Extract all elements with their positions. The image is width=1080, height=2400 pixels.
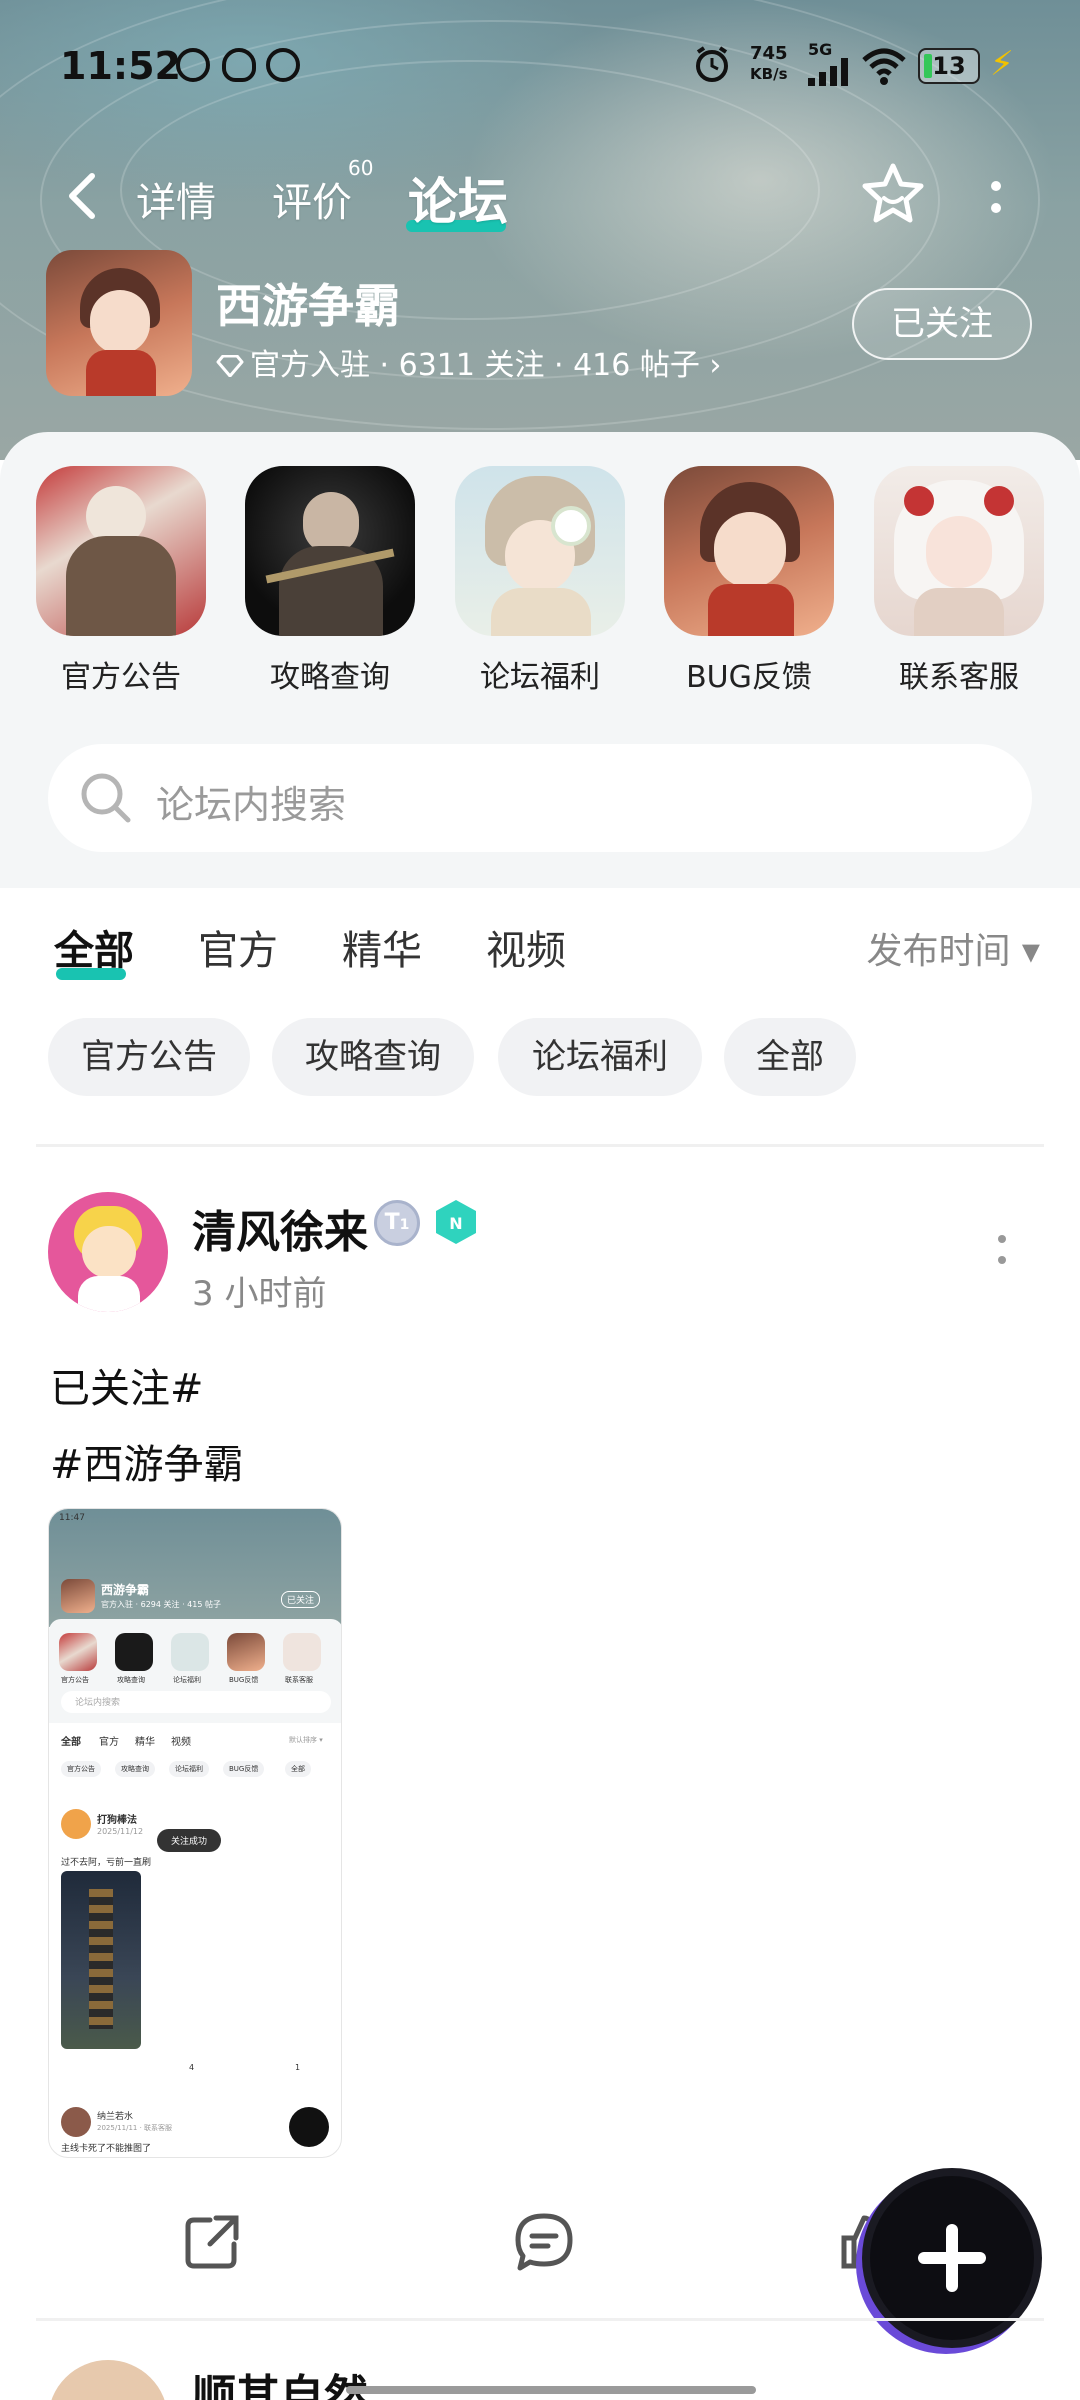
next-post-avatar[interactable] bbox=[48, 2360, 168, 2400]
reviews-count-badge: 60 bbox=[348, 156, 374, 180]
level-badge: T1 bbox=[374, 1200, 420, 1246]
achievement-badge-icon: N bbox=[436, 1200, 476, 1244]
game-meta[interactable]: 官方入驻 · 6311 关注 · 416 帖子 › bbox=[216, 340, 721, 384]
battery-indicator: 13 bbox=[918, 48, 980, 84]
wifi-icon bbox=[862, 48, 906, 85]
category-bug-report[interactable]: BUG反馈 bbox=[664, 466, 834, 696]
chip-all[interactable]: 全部 bbox=[724, 1018, 856, 1096]
search-placeholder: 论坛内搜索 bbox=[156, 783, 347, 827]
filter-tab-video[interactable]: 视频 bbox=[486, 918, 566, 976]
chip-benefits[interactable]: 论坛福利 bbox=[498, 1018, 702, 1096]
status-bar: 11:52 745 KB/s 5G 13 ⚡ bbox=[0, 0, 1080, 130]
status-time: 11:52 bbox=[60, 44, 181, 88]
qq-icon bbox=[222, 48, 256, 82]
post-filter-tabs: 全部 官方 精华 视频 发布时间 ▾ bbox=[0, 888, 1080, 1008]
category-guides[interactable]: 攻略查询 bbox=[245, 466, 415, 696]
home-indicator[interactable] bbox=[346, 2386, 756, 2394]
create-post-button[interactable] bbox=[870, 2176, 1034, 2340]
category-customer-service[interactable]: 联系客服 bbox=[874, 466, 1044, 696]
charging-icon: ⚡ bbox=[990, 44, 1014, 84]
filter-tab-official[interactable]: 官方 bbox=[198, 918, 278, 976]
chip-announcements[interactable]: 官方公告 bbox=[48, 1018, 250, 1096]
favorite-star-icon[interactable] bbox=[858, 160, 928, 230]
divider bbox=[36, 1144, 1044, 1147]
app-notification-icon bbox=[266, 48, 300, 82]
game-title: 西游争霸 bbox=[216, 279, 400, 333]
filter-tab-all[interactable]: 全部 bbox=[54, 918, 134, 976]
category-announcements[interactable]: 官方公告 bbox=[36, 466, 206, 696]
tab-reviews[interactable]: 评价 bbox=[272, 170, 352, 228]
category-image bbox=[36, 466, 206, 636]
next-post-username[interactable]: 顺其自然 bbox=[192, 2360, 368, 2400]
sort-dropdown[interactable]: 发布时间 ▾ bbox=[866, 922, 1040, 974]
forum-search-bar[interactable]: 论坛内搜索 bbox=[48, 744, 1032, 852]
category-image bbox=[245, 466, 415, 636]
post-hashtag[interactable]: #西游争霸 bbox=[50, 1432, 244, 1490]
tab-details[interactable]: 详情 bbox=[136, 170, 216, 228]
notification-icon bbox=[176, 48, 210, 82]
post-username[interactable]: 清风徐来 bbox=[192, 1196, 368, 1260]
top-navigation: 详情 评价 60 论坛 bbox=[0, 150, 1080, 240]
follow-button[interactable]: 已关注 bbox=[852, 288, 1032, 360]
category-benefits[interactable]: 论坛福利 bbox=[455, 466, 625, 696]
topic-chips: 官方公告 攻略查询 论坛福利 全部 bbox=[0, 1018, 1080, 1098]
alarm-icon bbox=[696, 46, 728, 82]
filter-tab-featured[interactable]: 精华 bbox=[342, 918, 422, 976]
post-more-icon[interactable] bbox=[994, 1232, 1010, 1268]
svg-text:N: N bbox=[449, 1214, 462, 1233]
comment-icon[interactable] bbox=[512, 2210, 576, 2274]
share-icon[interactable] bbox=[180, 2210, 244, 2274]
search-icon bbox=[81, 773, 131, 823]
category-image bbox=[664, 466, 834, 636]
signal-icon bbox=[808, 58, 850, 86]
post-text: 已关注# bbox=[50, 1366, 204, 1412]
forum-panel: 官方公告 攻略查询 论坛福利 BUG反馈 联系客服 论坛内搜索 bbox=[0, 432, 1080, 888]
back-arrow-icon[interactable] bbox=[62, 170, 102, 222]
tab-forum[interactable]: 论坛 bbox=[408, 162, 508, 234]
network-speed: 745 KB/s bbox=[750, 43, 788, 84]
verified-diamond-icon bbox=[216, 355, 244, 377]
category-image bbox=[455, 466, 625, 636]
post-image[interactable]: 11:47 西游争霸 官方入驻 · 6294 关注 · 415 帖子 已关注 官… bbox=[48, 1508, 342, 2158]
post-time: 3 小时前 bbox=[192, 1274, 327, 1314]
category-image bbox=[874, 466, 1044, 636]
user-avatar[interactable] bbox=[48, 1192, 168, 1312]
network-type: 5G bbox=[808, 40, 833, 59]
game-avatar[interactable] bbox=[46, 250, 192, 396]
chip-guides[interactable]: 攻略查询 bbox=[272, 1018, 474, 1096]
more-options-icon[interactable] bbox=[986, 178, 1006, 218]
divider bbox=[36, 2318, 1044, 2321]
